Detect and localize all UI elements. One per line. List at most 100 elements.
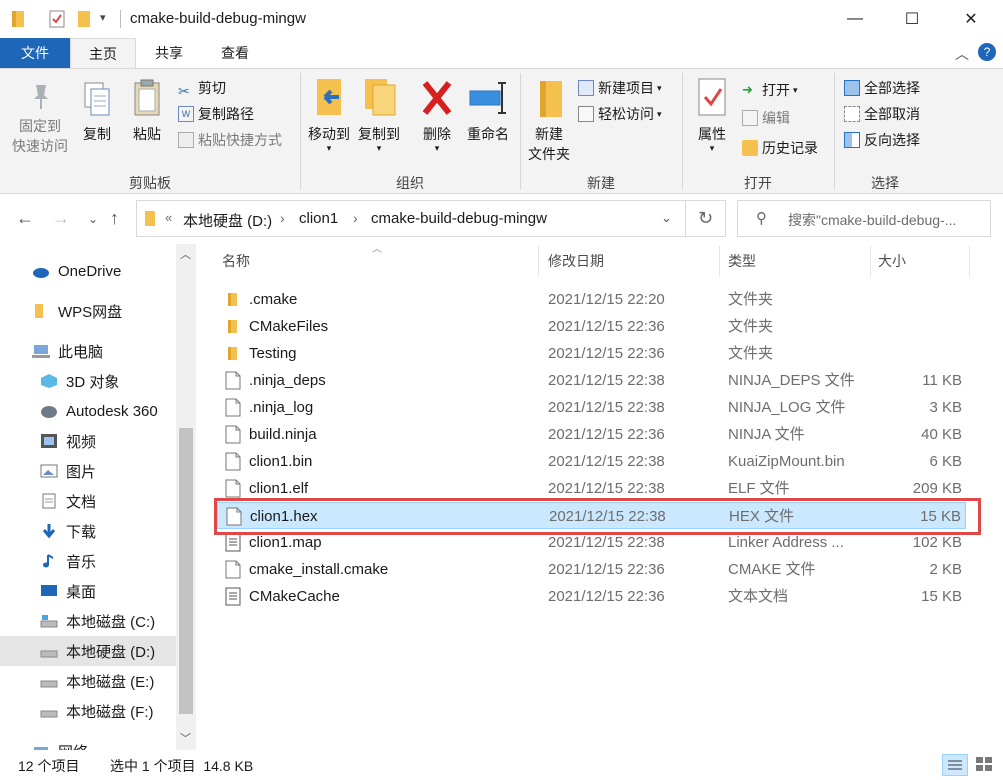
nav-item-autodesk-360[interactable]: Autodesk 360 — [0, 396, 176, 426]
column-header-name[interactable]: 名称 — [222, 244, 250, 278]
divider — [120, 10, 121, 28]
up-arrow-icon[interactable]: ↑ — [110, 208, 119, 229]
paste-button[interactable]: 粘贴 — [126, 79, 168, 144]
forward-arrow-icon[interactable]: → — [52, 208, 70, 229]
drive-icon — [40, 710, 58, 718]
copy-button[interactable]: 复制 — [76, 81, 118, 144]
nav-item-drive-f[interactable]: 本地磁盘 (F:) — [0, 696, 176, 726]
column-divider[interactable] — [870, 246, 871, 276]
refresh-icon: ↻ — [697, 208, 714, 228]
scroll-down-icon[interactable]: ﹀ — [180, 730, 191, 746]
nav-item-3d-objects[interactable]: 3D 对象 — [0, 366, 176, 396]
minimize-button[interactable]: — — [832, 0, 878, 38]
file-row[interactable]: .ninja_log 2021/12/15 22:38 NINJA_LOG 文件 3 … — [217, 394, 966, 421]
cut-button[interactable]: ✂ 剪切 — [178, 77, 226, 99]
address-history-dropdown-icon[interactable]: ⌄ — [661, 210, 672, 226]
pin-quick-access-button[interactable]: 固定到 快速访问 — [8, 81, 72, 156]
address-bar[interactable]: « 本地硬盘 (D:) › clion1 › cmake-build-debug… — [136, 200, 686, 237]
ribbon-tabs: 文件 主页 共享 查看 ︿ ? — [0, 38, 1003, 68]
select-all-button[interactable]: 全部选择 — [844, 77, 920, 99]
text-file-icon — [225, 587, 241, 606]
file-row[interactable]: .cmake 2021/12/15 22:20 文件夹 — [217, 286, 966, 313]
file-row[interactable]: build.ninja 2021/12/15 22:36 NINJA 文件 40 KB — [217, 421, 966, 448]
collapse-ribbon-icon[interactable]: ︿ — [955, 44, 969, 64]
nav-item-music[interactable]: 音乐 — [0, 546, 176, 576]
column-divider[interactable] — [719, 246, 720, 276]
nav-item-drive-d[interactable]: 本地硬盘 (D:) — [0, 636, 176, 666]
column-header-date[interactable]: 修改日期 — [548, 244, 604, 278]
maximize-button[interactable]: ☐ — [889, 0, 935, 38]
open-label: 打开 — [762, 82, 790, 98]
nav-item-this-pc[interactable]: 此电脑 — [0, 336, 176, 366]
delete-button[interactable]: 删除 ▾ — [416, 77, 458, 153]
edit-button[interactable]: 编辑 — [742, 107, 790, 129]
select-none-button[interactable]: 全部取消 — [844, 103, 920, 125]
tab-home[interactable]: 主页 — [70, 38, 136, 68]
history-button[interactable]: 历史记录 — [742, 137, 818, 159]
details-view-button[interactable] — [942, 754, 968, 776]
folder-icon — [12, 11, 24, 27]
nav-item-pictures[interactable]: 图片 — [0, 456, 176, 486]
breadcrumb-separator-icon[interactable]: › — [280, 210, 285, 226]
breadcrumb-current-folder[interactable]: cmake-build-debug-mingw — [371, 210, 547, 227]
file-name: cmake_install.cmake — [249, 561, 389, 578]
nav-item-drive-c[interactable]: 本地磁盘 (C:) — [0, 606, 176, 636]
paste-shortcut-label: 粘贴快捷方式 — [198, 132, 282, 148]
column-header-type[interactable]: 类型 — [728, 244, 756, 278]
open-button[interactable]: ➜ 打开 ▾ — [742, 79, 798, 101]
file-row[interactable]: clion1.bin 2021/12/15 22:38 KuaiZipMount.b… — [217, 448, 966, 475]
nav-item-desktop[interactable]: 桌面 — [0, 576, 176, 606]
nav-item-documents[interactable]: 文档 — [0, 486, 176, 516]
tab-share[interactable]: 共享 — [136, 38, 202, 68]
nav-item-onedrive[interactable]: OneDrive — [0, 256, 176, 286]
tab-view[interactable]: 查看 — [202, 38, 268, 68]
paste-shortcut-button[interactable]: 粘贴快捷方式 — [178, 129, 282, 151]
column-divider[interactable] — [538, 246, 539, 276]
nav-scrollbar-thumb[interactable] — [179, 428, 193, 714]
quick-access-dropdown-icon[interactable]: ▾ — [100, 11, 106, 24]
search-input[interactable]: ⚲ 搜索"cmake-build-debug-... — [737, 200, 991, 237]
nav-item-downloads[interactable]: 下载 — [0, 516, 176, 546]
large-icons-view-button[interactable] — [972, 754, 998, 776]
nav-item-wps[interactable]: WPS网盘 — [0, 296, 176, 326]
file-row[interactable]: cmake_install.cmake 2021/12/15 22:36 CMAKE… — [217, 556, 966, 583]
properties-icon[interactable] — [48, 9, 66, 29]
properties-button[interactable]: 属性 ▾ — [690, 77, 734, 153]
folder-icon — [35, 304, 43, 318]
close-button[interactable]: ✕ — [948, 0, 994, 38]
breadcrumb-separator-icon[interactable]: › — [353, 210, 358, 226]
new-folder-icon[interactable] — [76, 9, 94, 29]
column-header-size[interactable]: 大小 — [878, 244, 906, 278]
file-row[interactable]: CMakeFiles 2021/12/15 22:36 文件夹 — [217, 313, 966, 340]
copy-path-button[interactable]: W 复制路径 — [178, 103, 254, 125]
help-icon[interactable]: ? — [978, 43, 996, 61]
file-icon — [225, 425, 241, 444]
nav-item-videos[interactable]: 视频 — [0, 426, 176, 456]
refresh-button[interactable]: ↻ — [686, 200, 726, 237]
copy-to-button[interactable]: 复制到 ▾ — [356, 77, 402, 153]
file-icon — [225, 452, 241, 471]
new-folder-button[interactable]: 新建 文件夹 — [524, 77, 574, 164]
breadcrumb-overflow-icon[interactable]: « — [165, 210, 172, 225]
file-row[interactable]: CMakeCache 2021/12/15 22:36 文本文档 15 KB — [217, 583, 966, 610]
back-arrow-icon[interactable]: ← — [16, 208, 34, 229]
move-to-button[interactable]: 移动到 ▾ — [306, 77, 352, 153]
breadcrumb-drive-d[interactable]: 本地硬盘 (D:) — [183, 210, 272, 231]
breadcrumb-clion1[interactable]: clion1 — [299, 210, 338, 227]
scroll-up-icon[interactable]: ︿ — [180, 246, 191, 262]
cloud-icon — [33, 268, 49, 278]
rename-button[interactable]: 重命名 — [462, 77, 514, 144]
new-item-button[interactable]: 新建项目 ▾ — [578, 77, 662, 99]
file-row[interactable]: .ninja_deps 2021/12/15 22:38 NINJA_DEPS 文件… — [217, 367, 966, 394]
file-type: NINJA_DEPS 文件 — [728, 372, 855, 389]
nav-item-drive-e[interactable]: 本地磁盘 (E:) — [0, 666, 176, 696]
drive-icon — [40, 680, 58, 688]
cut-label: 剪切 — [198, 80, 226, 96]
tab-file[interactable]: 文件 — [0, 38, 70, 68]
easy-access-button[interactable]: 轻松访问 ▾ — [578, 103, 662, 125]
file-row[interactable]: Testing 2021/12/15 22:36 文件夹 — [217, 340, 966, 367]
recent-locations-icon[interactable]: ⌄ — [88, 212, 98, 226]
column-divider[interactable] — [969, 246, 970, 276]
invert-selection-button[interactable]: 反向选择 — [844, 129, 920, 151]
nav-item-network[interactable]: 网络 — [0, 736, 176, 750]
